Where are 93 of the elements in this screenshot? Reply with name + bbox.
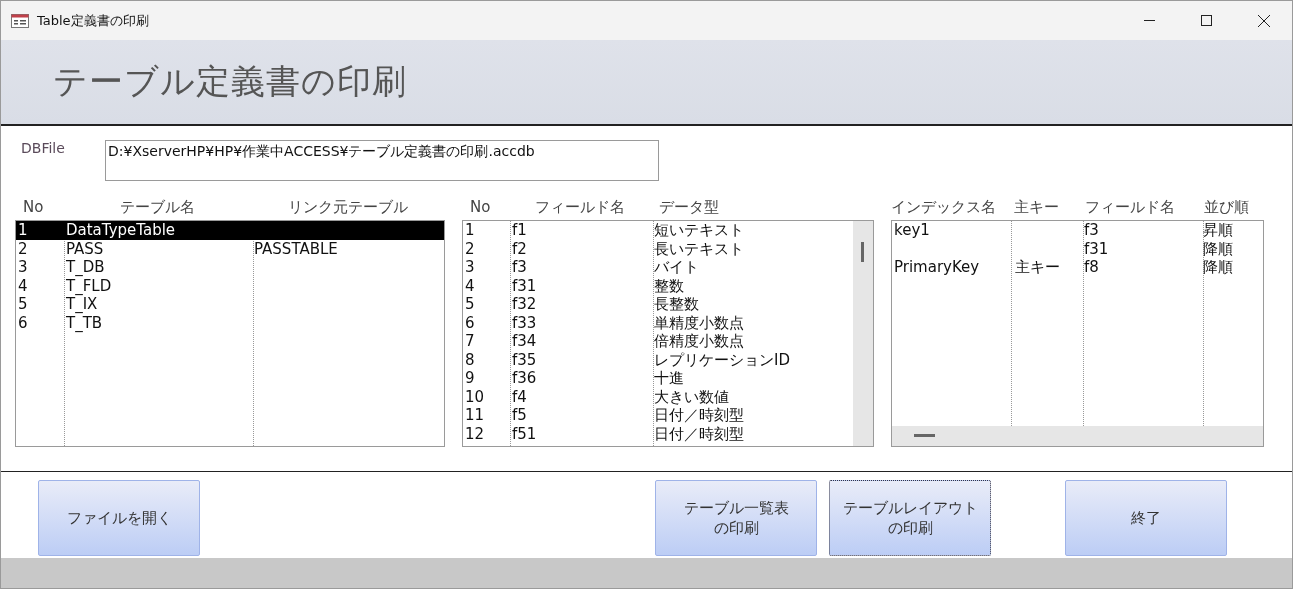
table-cell-text: 11	[464, 406, 486, 425]
action-button[interactable]: テーブル一覧表 の印刷	[655, 480, 817, 556]
scroll-thumb-icon[interactable]	[861, 242, 864, 262]
table-cell-text: f31	[1083, 239, 1110, 258]
table-cell-text: f8	[1083, 258, 1100, 277]
table-cell-text: 十進	[653, 369, 685, 388]
table-cell-text: f32	[511, 295, 538, 314]
table-cell-text: 7	[464, 332, 476, 351]
table-cell-text: f31	[511, 276, 538, 295]
list-row[interactable]: 4 T_FLD	[16, 276, 444, 295]
action-button[interactable]: 終了	[1065, 480, 1227, 556]
column-header: 並び順	[1203, 198, 1250, 218]
table-cell-text: 長整数	[653, 295, 700, 314]
table-cell-text: key1	[893, 221, 931, 240]
table-cell-text: 10	[464, 387, 486, 406]
table-cell-text: レプリケーションID	[653, 350, 791, 369]
list-row[interactable]: 6 T_TB	[16, 313, 444, 332]
table-cell-text: PASSTABLE	[253, 239, 339, 258]
field-label: DBFile	[21, 140, 66, 158]
horizontal-scrollbar[interactable]	[892, 426, 1263, 446]
column-header: テーブル名	[118, 198, 196, 218]
table-cell-text: f35	[511, 350, 538, 369]
column-header: 主キー	[1013, 198, 1060, 218]
table-cell-text: 3	[17, 258, 29, 277]
list-row[interactable]: 5 T_IX	[16, 295, 444, 314]
table-cell-text: T_IX	[65, 295, 99, 314]
table-cell-text: 4	[17, 276, 29, 295]
db-file-field[interactable]: D:¥XserverHP¥HP¥作業中ACCESS¥テーブル定義書の印刷.accdb	[105, 140, 659, 181]
column-header: No	[22, 198, 45, 218]
column-header: データ型	[658, 198, 720, 218]
minimize-icon[interactable]	[1144, 20, 1155, 21]
table-cell-text: T_FLD	[65, 276, 113, 295]
table-cell-text: T_DB	[65, 258, 106, 277]
table-cell-text: f2	[511, 239, 528, 258]
column-header: No	[469, 198, 492, 218]
table-cell-text: 日付／時刻型	[653, 406, 745, 425]
app-form-icon	[11, 13, 29, 28]
table-cell-text: 降順	[1202, 239, 1234, 258]
table-cell-text: 9	[464, 369, 476, 388]
table-cell-text: f1	[511, 221, 528, 240]
action-button[interactable]: テーブルレイアウト の印刷	[829, 480, 991, 556]
table-cell-text: 12	[464, 424, 486, 443]
table-cell-text: 4	[464, 276, 476, 295]
table-cell-text: 日付／時刻型	[653, 424, 745, 443]
table-list[interactable]: 1 DataTypeTable 2 PASS PASSTABLE 3 T_DB 4 T_FLD 5 T_IX 6 T_TB	[15, 220, 445, 447]
action-button[interactable]: ファイルを開く	[38, 480, 200, 556]
table-cell-text: f3	[511, 258, 528, 277]
table-cell-text: f36	[511, 369, 538, 388]
column-header: インデックス名	[891, 198, 997, 218]
table-cell-text: 1	[464, 221, 476, 240]
table-cell-text: f3	[1083, 221, 1100, 240]
scroll-thumb-icon[interactable]	[914, 434, 935, 437]
table-cell-text: 3	[464, 258, 476, 277]
table-cell-text: 8	[464, 350, 476, 369]
field-list[interactable]: 1 f1 短いテキスト 2 f2 長いテキスト 3 f3 バイト 4 f31 整数 5 f32 長整数 6 f33 単精度小数点 7 f34 倍精度小数点 8 f35 レプリケーションID 9 f36 十進 10 f4 大きい数値 11 f5 日付／時刻型 12 f51 日付／時刻型	[462, 220, 874, 447]
table-cell-text: 6	[464, 313, 476, 332]
table-cell-text: f51	[511, 424, 538, 443]
vertical-scrollbar[interactable]	[853, 221, 873, 446]
table-cell-text: 長いテキスト	[653, 239, 745, 258]
column-header: フィールド名	[534, 198, 626, 218]
table-cell-text: f4	[511, 387, 528, 406]
table-cell-text: 昇順	[1202, 221, 1234, 240]
table-cell-text: DataTypeTable	[65, 221, 177, 240]
table-cell-text: 主キー	[1014, 258, 1061, 277]
window-title: Table定義書の印刷	[37, 11, 150, 30]
table-cell-text: 倍精度小数点	[653, 332, 745, 351]
table-cell-text: 1	[17, 221, 29, 240]
index-list[interactable]: key1 f3 昇順 f31 降順 PrimaryKey 主キー f8 降順	[891, 220, 1264, 447]
list-row[interactable]: 1 DataTypeTable	[16, 221, 444, 240]
table-cell-text: PASS	[65, 239, 105, 258]
table-cell-text: f33	[511, 313, 538, 332]
maximize-icon[interactable]	[1201, 15, 1212, 26]
table-cell-text: 大きい数値	[653, 387, 730, 406]
list-row[interactable]: 3 T_DB	[16, 258, 444, 277]
table-cell-text: T_TB	[65, 313, 104, 332]
table-cell-text: 2	[17, 239, 29, 258]
table-cell-text: 5	[464, 295, 476, 314]
table-cell-text: f34	[511, 332, 538, 351]
table-cell-text: バイト	[653, 258, 700, 277]
table-cell-text: 5	[17, 295, 29, 314]
table-cell-text: 短いテキスト	[653, 221, 745, 240]
table-cell-text: 整数	[653, 276, 685, 295]
table-cell-text: PrimaryKey	[893, 258, 981, 277]
table-cell-text: 2	[464, 239, 476, 258]
table-cell-text: 降順	[1202, 258, 1234, 277]
page-heading: テーブル定義書の印刷	[53, 60, 407, 103]
table-cell-text: 6	[17, 313, 29, 332]
column-header: フィールド名	[1084, 198, 1176, 218]
table-cell-text: 単精度小数点	[653, 313, 745, 332]
list-row[interactable]: 2 PASS PASSTABLE	[16, 239, 444, 258]
table-cell-text: f5	[511, 406, 528, 425]
close-icon[interactable]	[1257, 14, 1270, 27]
column-header: リンク元テーブル	[287, 198, 409, 218]
